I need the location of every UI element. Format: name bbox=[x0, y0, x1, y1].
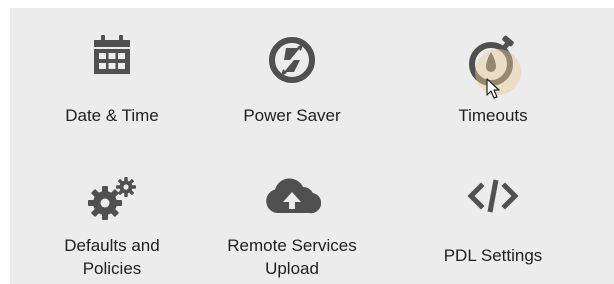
cloud-upload-icon bbox=[266, 178, 321, 214]
pdl-settings-label: PDL Settings bbox=[443, 246, 543, 265]
power-saver-tile[interactable]: Power Saver bbox=[202, 8, 382, 148]
date-time-tile[interactable]: Date & Time bbox=[22, 8, 202, 148]
remote-services-upload-label: Remote Services Upload bbox=[227, 236, 357, 278]
defaults-policies-label: Defaults and Policies bbox=[64, 236, 160, 278]
pdl-settings-tile[interactable]: PDL Settings bbox=[403, 148, 583, 284]
date-time-label: Date & Time bbox=[65, 106, 159, 125]
power-saver-icon bbox=[269, 37, 315, 83]
code-icon bbox=[467, 179, 519, 213]
settings-panel: Date & Time Power Saver Timeouts Default… bbox=[10, 8, 614, 284]
timeouts-label: Timeouts bbox=[458, 106, 528, 125]
mouse-pointer-icon bbox=[486, 78, 500, 99]
remote-services-upload-tile[interactable]: Remote Services Upload bbox=[202, 148, 382, 284]
defaults-policies-tile[interactable]: Defaults and Policies bbox=[22, 148, 202, 284]
gears-icon bbox=[88, 177, 136, 220]
calendar-icon bbox=[94, 35, 130, 74]
power-saver-label: Power Saver bbox=[243, 106, 341, 125]
